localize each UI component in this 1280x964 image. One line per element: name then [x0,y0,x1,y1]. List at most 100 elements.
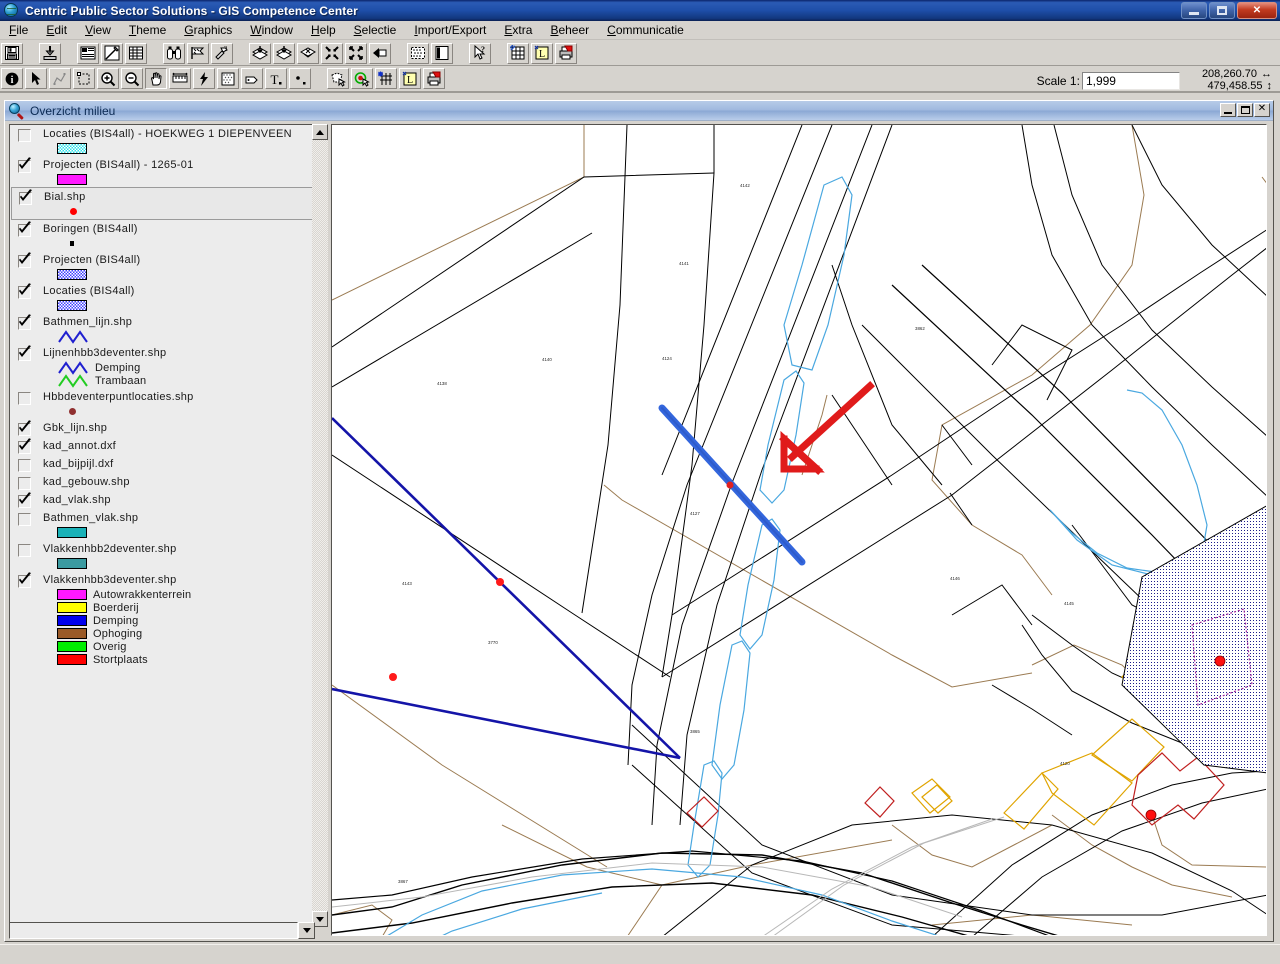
menu-item-window[interactable]: Window [241,22,302,39]
zoom-out-tool[interactable] [121,68,143,89]
layer-visibility-checkbox[interactable] [18,477,31,490]
layer-item[interactable]: kad_bijpijl.dxf [10,455,314,473]
menu-item-graphics[interactable]: Graphics [175,22,241,39]
layer-symbol-row[interactable]: Autowrakkenterrein [57,588,314,601]
layer-visibility-checkbox[interactable] [18,438,31,454]
layer-visibility-checkbox[interactable] [19,189,32,205]
layer-symbol-row[interactable] [57,173,314,186]
layer-symbol-row[interactable]: Overig [57,640,314,653]
label-tool[interactable] [241,68,263,89]
layer-item[interactable]: kad_annot.dxf [10,437,314,455]
zoom-in-tool[interactable] [97,68,119,89]
edit-legend-button[interactable] [101,42,123,64]
open-table-button[interactable] [125,42,147,64]
menu-item-view[interactable]: View [76,22,120,39]
new-grid-button[interactable] [375,68,397,89]
layer-item[interactable]: Vlakkenhbb2deventer.shp [10,540,314,571]
layer-symbol-row[interactable] [57,557,314,570]
layer-visibility-checkbox[interactable] [18,544,31,557]
pointer-tool[interactable] [25,68,47,89]
measure-tool[interactable] [169,68,191,89]
layer-item[interactable]: Bial.shp [11,187,313,220]
layer-item[interactable]: Bathmen_lijn.shp [10,313,314,344]
layer-symbol-row[interactable] [57,142,314,155]
select-features-button[interactable] [407,42,429,64]
layer-item[interactable]: Hbbdeventerpuntlocaties.shp [10,388,314,419]
zoom-in-full-button[interactable] [321,42,343,64]
layer-item[interactable]: kad_vlak.shp [10,491,314,509]
find-button[interactable] [163,42,185,64]
layer-symbol-row[interactable]: Demping [57,360,314,375]
print-red-button[interactable] [555,42,577,64]
clear-selection-button[interactable] [297,42,319,64]
layer-symbol-row[interactable] [57,405,314,418]
layer-item[interactable]: Bathmen_vlak.shp [10,509,314,540]
layer-visibility-checkbox[interactable] [18,492,31,508]
layer-item[interactable]: Locaties (BIS4all) - HOEKWEG 1 DIEPENVEE… [10,125,314,156]
menu-item-extra[interactable]: Extra [495,22,541,39]
layer-item[interactable]: Projecten (BIS4all) [10,251,314,282]
locate-address-button[interactable] [187,42,209,64]
print-red2-button[interactable] [423,68,445,89]
scrollbar-track[interactable] [312,140,328,911]
zoom-active-theme-button[interactable] [273,42,295,64]
hot-link-tool[interactable] [193,68,215,89]
layer-visibility-checkbox[interactable] [18,252,31,268]
layer-visibility-checkbox[interactable] [18,572,31,588]
layer-visibility-checkbox[interactable] [18,420,31,436]
layer-visibility-checkbox[interactable] [18,314,31,330]
layer-list-scrollbar[interactable] [312,124,328,927]
add-theme-button[interactable] [39,42,61,64]
layer-symbol-row[interactable]: Demping [57,614,314,627]
layer-item[interactable]: kad_gebouw.shp [10,473,314,491]
layer-symbol-row[interactable] [58,205,312,218]
layer-symbol-row[interactable] [57,268,314,281]
map-canvas[interactable]: 4142 4141 4140 4138 3862 4143 4124 3770 … [331,124,1267,936]
layer-combo-input[interactable] [9,922,298,939]
layer-symbol-row[interactable] [57,329,314,344]
layer-symbol-row[interactable] [57,299,314,312]
layout-button[interactable] [431,42,453,64]
text-tool[interactable]: T [265,68,287,89]
layer-symbol-row[interactable] [57,526,314,539]
save-project-button[interactable] [1,42,23,64]
scroll-up-button[interactable] [312,124,328,140]
legend-l2-button[interactable]: L [399,68,421,89]
zoom-out-full-button[interactable] [345,42,367,64]
identify-tool[interactable]: i [1,68,23,89]
layer-item[interactable]: Locaties (BIS4all) [10,282,314,313]
layer-visibility-checkbox[interactable] [18,283,31,299]
layer-visibility-checkbox[interactable] [18,129,31,142]
legend-l-button[interactable]: L [531,42,553,64]
chevron-down-icon[interactable] [298,922,315,939]
layer-symbol-row[interactable]: Trambaan [57,373,314,388]
layer-item[interactable]: Vlakkenhbb3deventer.shp Autowrakkenterrei… [10,571,314,667]
layer-visibility-checkbox[interactable] [18,392,31,405]
pan-tool[interactable] [145,68,167,89]
area-select-tool[interactable] [217,68,239,89]
menu-item-edit[interactable]: Edit [37,22,76,39]
menu-item-help[interactable]: Help [302,22,345,39]
menu-item-beheer[interactable]: Beheer [541,22,598,39]
layer-item[interactable]: Gbk_lijn.shp [10,419,314,437]
menu-item-selectie[interactable]: Selectie [345,22,406,39]
window-close-button[interactable]: ✕ [1237,2,1277,19]
layer-visibility-checkbox[interactable] [18,345,31,361]
layer-visibility-checkbox[interactable] [18,459,31,472]
layer-visibility-checkbox[interactable] [18,157,31,173]
layer-item[interactable]: Boringen (BIS4all) [10,220,314,251]
query-builder-button[interactable]: ? [211,42,233,64]
layer-item[interactable]: Lijnenhbb3deventer.shp Demping Trambaan [10,344,314,388]
layer-symbol-row[interactable] [57,237,314,250]
vertex-edit-tool[interactable] [49,68,71,89]
layer-list[interactable]: Locaties (BIS4all) - HOEKWEG 1 DIEPENVEE… [9,124,315,927]
layer-item[interactable]: Projecten (BIS4all) - 1265-01 [10,156,314,187]
layer-symbol-row[interactable]: Boerderij [57,601,314,614]
theme-properties-button[interactable] [77,42,99,64]
previous-extent-button[interactable] [369,42,391,64]
select-by-theme-button[interactable] [351,68,373,89]
help-button[interactable]: ? [469,42,491,64]
map-window-minimize-button[interactable] [1220,103,1236,117]
select-rect-tool[interactable] [73,68,95,89]
window-minimize-button[interactable] [1181,2,1207,19]
